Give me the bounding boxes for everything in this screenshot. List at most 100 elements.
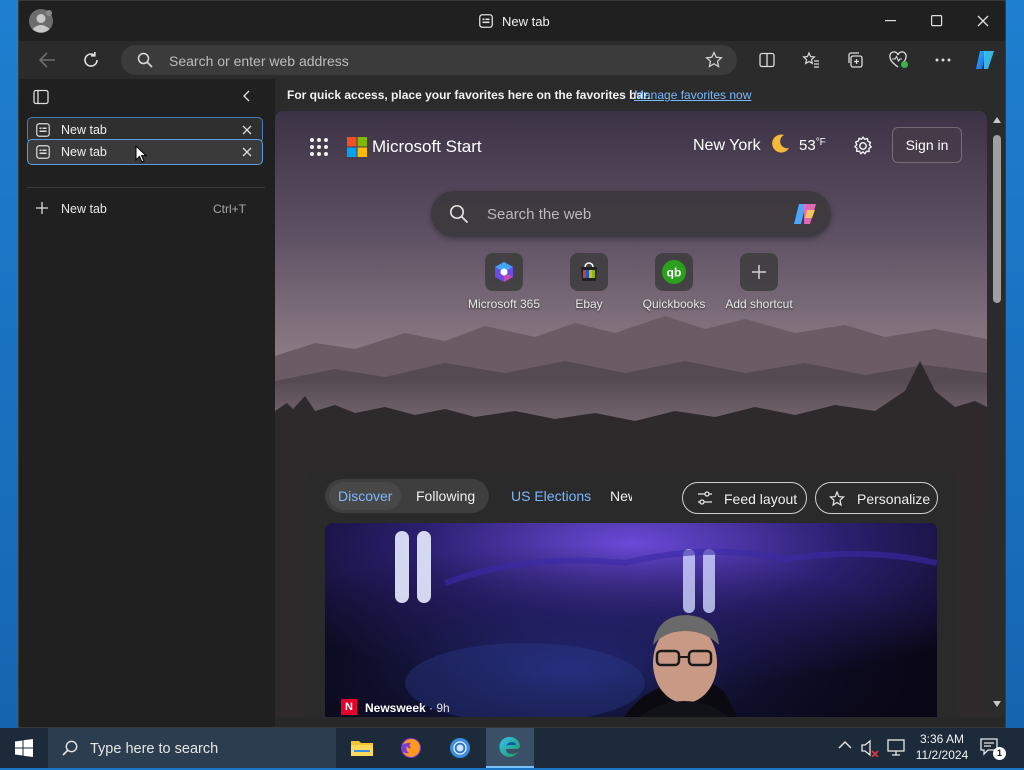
- taskbar-search-box[interactable]: [48, 728, 336, 770]
- ebay-icon: [570, 253, 608, 291]
- apps-launcher-button[interactable]: [309, 137, 329, 157]
- notification-badge: 1: [993, 747, 1006, 760]
- clock-time: 3:36 AM: [919, 732, 965, 746]
- close-icon: [977, 15, 989, 27]
- new-tab-label: New tab: [61, 202, 107, 216]
- collections-button[interactable]: [839, 44, 871, 76]
- newsweek-icon: N: [341, 699, 357, 715]
- firefox-button[interactable]: [387, 728, 435, 768]
- speaker-muted-icon: [861, 739, 879, 757]
- new-tab-button[interactable]: New tab Ctrl+T: [27, 195, 263, 221]
- scroll-down-icon[interactable]: [993, 701, 1001, 707]
- feed-layout-button[interactable]: Feed layout: [682, 482, 807, 514]
- close-icon: [242, 125, 252, 135]
- file-explorer-button[interactable]: [338, 728, 386, 768]
- profile-avatar[interactable]: [29, 9, 53, 33]
- feed-tab-group: Discover Following: [325, 479, 489, 513]
- edge-icon: [499, 736, 520, 757]
- favorite-star-button[interactable]: [705, 51, 723, 69]
- browser-window: New tab Search or enter web address New …: [18, 0, 1006, 728]
- close-tab-button[interactable]: [240, 145, 254, 159]
- maximize-button[interactable]: [917, 6, 957, 36]
- taskbar-search-input[interactable]: [88, 728, 332, 770]
- heart-pulse-icon: [889, 51, 908, 68]
- feed-tab-following[interactable]: Following: [416, 488, 475, 504]
- plus-icon: [740, 253, 778, 291]
- desktop-background-right: [1006, 0, 1024, 728]
- split-screen-button[interactable]: [751, 44, 783, 76]
- web-search-placeholder: Search the web: [487, 206, 592, 223]
- feed-tab-discover[interactable]: Discover: [338, 488, 392, 504]
- shortcut-label: Microsoft 365: [467, 297, 541, 311]
- browser-essentials-button[interactable]: [883, 44, 915, 76]
- favorites-bar-message: For quick access, place your favorites h…: [287, 88, 651, 102]
- taskbar: 3:36 AM 11/2/2024 1: [0, 728, 1024, 770]
- tab-label: New tab: [61, 123, 107, 137]
- microsoft-logo: [347, 137, 367, 157]
- add-shortcut-button[interactable]: Add shortcut: [714, 253, 804, 311]
- shortcut-microsoft-365[interactable]: Microsoft 365: [459, 253, 549, 311]
- shortcut-label: Ebay: [575, 297, 603, 311]
- mouse-cursor: [135, 145, 147, 163]
- close-icon: [242, 147, 252, 157]
- page-content: For quick access, place your favorites h…: [275, 79, 1005, 727]
- copilot-icon: [794, 204, 816, 224]
- collections-icon: [848, 52, 863, 68]
- network-button[interactable]: [887, 739, 905, 757]
- collapse-pane-button[interactable]: [241, 89, 253, 103]
- close-tab-button[interactable]: [240, 123, 254, 137]
- new-tab-shortcut: Ctrl+T: [213, 202, 246, 216]
- more-options-button[interactable]: [927, 44, 959, 76]
- copilot-button[interactable]: [969, 44, 1001, 76]
- firefox-icon: [401, 738, 421, 758]
- shortcut-quickbooks[interactable]: qb Quickbooks: [629, 253, 719, 311]
- search-icon: [137, 52, 153, 68]
- refresh-button[interactable]: [75, 44, 107, 76]
- clock[interactable]: 3:36 AM 11/2/2024: [910, 731, 974, 763]
- feed-layout-label: Feed layout: [724, 491, 798, 507]
- tab-actions-button[interactable]: [33, 89, 49, 105]
- article-source: Newsweek: [365, 701, 426, 715]
- brand-title: Microsoft Start: [372, 137, 482, 156]
- microsoft-365-icon: [485, 253, 523, 291]
- article-image: [325, 523, 937, 717]
- sign-in-button[interactable]: Sign in: [892, 127, 962, 163]
- tab-actions-icon: [33, 89, 49, 105]
- favorites-button[interactable]: [795, 44, 827, 76]
- feed-tab-us-elections[interactable]: US Elections: [511, 488, 591, 504]
- new-tab-page: Microsoft Start New York 53°F Sign in Se…: [275, 111, 987, 717]
- grid-icon: [310, 138, 328, 156]
- volume-muted-button[interactable]: [860, 739, 880, 757]
- toolbar: [19, 41, 1005, 79]
- favorites-icon: [802, 51, 819, 68]
- sparkle-star-icon: [828, 490, 846, 508]
- back-button[interactable]: [31, 44, 63, 76]
- weather-city[interactable]: New York: [693, 137, 761, 155]
- page-settings-button[interactable]: [852, 135, 874, 157]
- address-bar[interactable]: [121, 45, 737, 77]
- start-button[interactable]: [0, 728, 48, 768]
- notification-center-button[interactable]: 1: [980, 738, 1006, 760]
- show-hidden-icons-button[interactable]: [838, 740, 852, 750]
- feed-tab-news[interactable]: New: [610, 488, 632, 504]
- edge-button[interactable]: [486, 728, 534, 768]
- scroll-up-icon[interactable]: [993, 117, 1001, 123]
- web-search-box[interactable]: Search the web: [431, 191, 831, 237]
- ellipsis-icon: [935, 58, 951, 62]
- shortcut-ebay[interactable]: Ebay: [544, 253, 634, 311]
- personalize-button[interactable]: Personalize: [815, 482, 938, 514]
- copilot-search-button[interactable]: [791, 200, 819, 228]
- manage-favorites-link[interactable]: Manage favorites now: [634, 88, 751, 102]
- shortcut-label: Quickbooks: [642, 297, 706, 311]
- page-scrollbar[interactable]: [987, 111, 1005, 717]
- address-input[interactable]: [167, 45, 691, 77]
- article-card[interactable]: N Newsweek · 9h: [325, 523, 937, 717]
- scrollbar-thumb[interactable]: [993, 135, 1001, 303]
- chrome-button[interactable]: [436, 728, 484, 768]
- sliders-icon: [697, 491, 713, 505]
- quickbooks-icon: qb: [655, 253, 693, 291]
- gear-icon: [854, 136, 872, 155]
- close-window-button[interactable]: [963, 6, 1003, 36]
- minimize-button[interactable]: [871, 6, 911, 36]
- refresh-icon: [84, 52, 98, 67]
